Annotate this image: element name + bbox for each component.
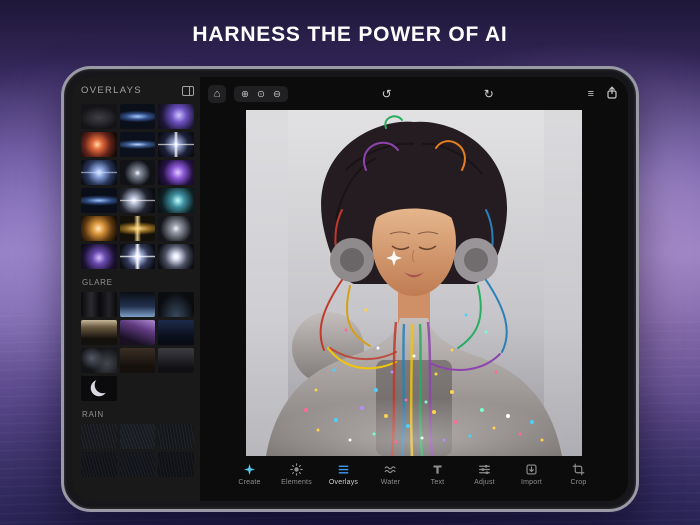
bottom-toolbar: Create Elements Overlays Water xyxy=(200,459,628,501)
toolbar-item[interactable]: Overlays xyxy=(321,463,366,486)
redo-button[interactable]: ↻ xyxy=(484,87,494,101)
crescent-moon-glare[interactable] xyxy=(81,376,117,401)
blue-beam-overlay[interactable] xyxy=(81,188,117,213)
overlays-icon xyxy=(337,463,350,476)
app-screen: OVERLAYS GLARE RAIN ⌂ xyxy=(72,77,628,501)
blue-streak-overlay[interactable] xyxy=(120,132,156,157)
toolbar-item-label: Overlays xyxy=(329,479,358,486)
toolbar-item[interactable]: Text xyxy=(415,463,460,486)
rain-thumb-grid xyxy=(81,424,194,477)
section-label-glare: GLARE xyxy=(82,278,193,287)
amber-flare-overlay[interactable] xyxy=(81,216,117,241)
marketing-headline: HARNESS THE POWER OF AI xyxy=(0,23,700,47)
share-icon xyxy=(606,86,618,99)
layers-button[interactable]: ≡ xyxy=(588,88,594,100)
zoom-out-icon[interactable]: ⊖ xyxy=(273,89,281,100)
rain-texture-1[interactable] xyxy=(81,424,117,449)
blue-horizontal-flare-overlay[interactable] xyxy=(120,104,156,129)
home-button[interactable]: ⌂ xyxy=(208,85,226,103)
toolbar-item-label: Adjust xyxy=(474,479,495,486)
red-orange-flare-overlay[interactable] xyxy=(81,132,117,157)
toolbar-item-label: Import xyxy=(521,479,542,486)
zoom-in-icon[interactable]: ⊕ xyxy=(241,89,249,100)
zoom-reset-icon[interactable]: ⊙ xyxy=(257,89,265,100)
dim-light-glare[interactable] xyxy=(158,292,194,317)
toolbar-item[interactable]: Elements xyxy=(274,463,319,486)
magenta-leak-glare[interactable] xyxy=(120,320,156,345)
toolbar-item-label: Elements xyxy=(281,479,312,486)
water-icon xyxy=(384,463,397,476)
redo-icon: ↻ xyxy=(484,87,494,101)
sepia-shadow-glare[interactable] xyxy=(120,348,156,373)
home-icon: ⌂ xyxy=(214,88,221,100)
tablet-device-frame: OVERLAYS GLARE RAIN ⌂ xyxy=(61,66,639,512)
sun-icon xyxy=(290,463,303,476)
undo-button[interactable]: ↺ xyxy=(382,87,392,101)
canvas-image[interactable] xyxy=(246,110,582,456)
cyborg-artwork xyxy=(246,110,582,456)
white-starburst-overlay[interactable] xyxy=(158,132,194,157)
toolbar-item-label: Text xyxy=(431,479,445,486)
gray-gradient-glare[interactable] xyxy=(158,348,194,373)
rain-texture-3[interactable] xyxy=(158,424,194,449)
adjust-icon xyxy=(478,463,491,476)
glare-thumb-grid xyxy=(81,292,194,401)
toolbar-item[interactable]: Adjust xyxy=(462,463,507,486)
purple-flare-overlay[interactable] xyxy=(158,160,194,185)
undo-icon: ↺ xyxy=(382,87,392,101)
white-flare-overlay[interactable] xyxy=(158,244,194,269)
blue-haze-glare[interactable] xyxy=(120,292,156,317)
layers-icon: ≡ xyxy=(588,88,594,100)
soft-white-glow-overlay[interactable] xyxy=(158,216,194,241)
panel-toggle-icon[interactable] xyxy=(182,86,194,96)
rain-texture-2[interactable] xyxy=(120,424,156,449)
crop-icon xyxy=(572,463,585,476)
text-icon xyxy=(431,463,444,476)
small-white-dot-overlay[interactable] xyxy=(120,160,156,185)
blue-star-flare-overlay[interactable] xyxy=(81,160,117,185)
overlay-thumb-grid xyxy=(81,104,194,269)
rain-texture-4[interactable] xyxy=(81,452,117,477)
white-star-left-overlay[interactable] xyxy=(120,188,156,213)
violet-orb-overlay[interactable] xyxy=(81,244,117,269)
canvas-area xyxy=(200,109,628,459)
section-label-rain: RAIN xyxy=(82,410,193,419)
overlays-panel: OVERLAYS GLARE RAIN xyxy=(72,77,200,501)
violet-glow-overlay[interactable] xyxy=(158,104,194,129)
import-icon xyxy=(525,463,538,476)
gold-streak-star-overlay[interactable] xyxy=(120,216,156,241)
rain-texture-5[interactable] xyxy=(120,452,156,477)
overlays-panel-title: OVERLAYS xyxy=(81,85,142,96)
toolbar-item-label: Crop xyxy=(571,479,587,486)
toolbar-item[interactable]: Crop xyxy=(556,463,601,486)
rain-texture-6[interactable] xyxy=(158,452,194,477)
toolbar-item[interactable]: Import xyxy=(509,463,554,486)
bokeh-dots-glare[interactable] xyxy=(81,348,117,373)
teal-glow-overlay[interactable] xyxy=(158,188,194,213)
editor-topbar: ⌂ ⊕ ⊙ ⊖ ↺ ↻ ≡ xyxy=(200,77,628,109)
sparkles-icon xyxy=(243,463,256,476)
editor-main-area: ⌂ ⊕ ⊙ ⊖ ↺ ↻ ≡ xyxy=(200,77,628,501)
toolbar-item-label: Water xyxy=(381,479,400,486)
dark-streaks-glare[interactable] xyxy=(81,292,117,317)
toolbar-item-label: Create xyxy=(238,479,260,486)
share-button[interactable] xyxy=(606,86,618,102)
bright-star-flare-overlay[interactable] xyxy=(120,244,156,269)
zoom-controls: ⊕ ⊙ ⊖ xyxy=(234,86,288,102)
navy-gradient-glare[interactable] xyxy=(158,320,194,345)
gray-glow-overlay[interactable] xyxy=(81,104,117,129)
toolbar-item[interactable]: Create xyxy=(227,463,272,486)
light-leak-glare[interactable] xyxy=(81,320,117,345)
toolbar-item[interactable]: Water xyxy=(368,463,413,486)
